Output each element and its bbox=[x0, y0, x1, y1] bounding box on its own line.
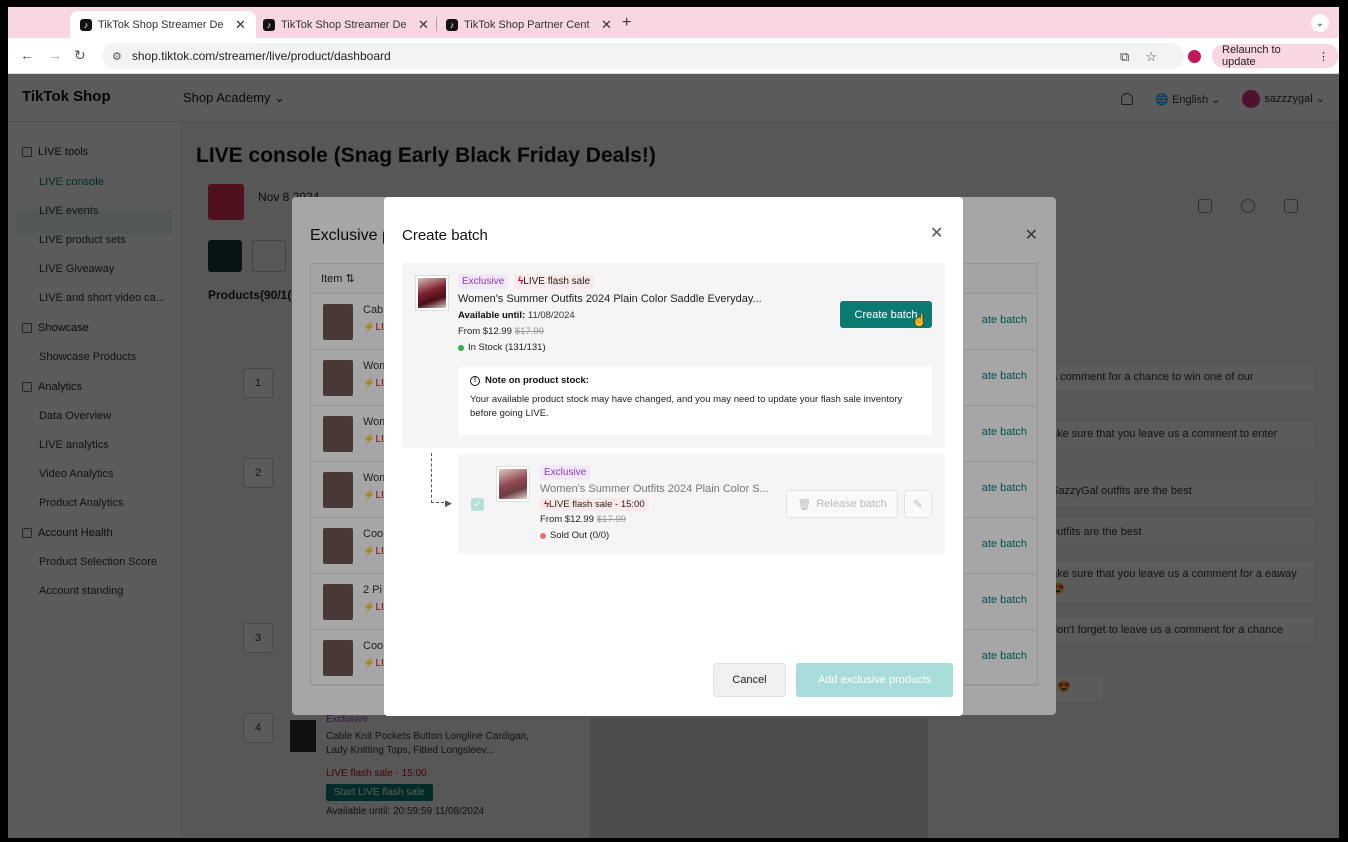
profile-avatar-icon[interactable] bbox=[1188, 50, 1201, 63]
tab-search-icon[interactable]: ⌄ bbox=[1311, 14, 1329, 32]
relaunch-label: Relaunch to update bbox=[1222, 44, 1281, 68]
in-stock-dot-icon bbox=[458, 344, 464, 351]
product-image bbox=[418, 278, 446, 308]
flash-sale-label: ϟLIVE flash sale - 15:00 bbox=[540, 498, 649, 511]
stock-label: Sold Out (0/0) bbox=[550, 530, 610, 541]
stock-status: Sold Out (0/0) bbox=[540, 530, 609, 541]
new-tab-icon[interactable]: + bbox=[622, 14, 631, 32]
browser-tab-3[interactable]: ♪ TikTok Shop Partner Center ✕ bbox=[436, 11, 622, 38]
info-icon: ! bbox=[470, 375, 480, 386]
sold-out-dot-icon bbox=[540, 532, 546, 539]
batch-product-card: ✓ Exclusive Women's Summer Outfits 2024 … bbox=[458, 454, 945, 554]
browser-window: ♪ TikTok Shop Streamer Deskto ✕ ♪ TikTok… bbox=[8, 7, 1339, 838]
omnibox-actions: ⧉ ☆ bbox=[1120, 49, 1157, 65]
browser-tab-1[interactable]: ♪ TikTok Shop Streamer Deskto ✕ bbox=[70, 11, 256, 38]
edit-icon: ✎ bbox=[913, 498, 923, 511]
install-app-icon[interactable]: ⧉ bbox=[1120, 49, 1129, 65]
price-value: From $12.99 bbox=[540, 514, 594, 525]
site-info-icon[interactable]: ⚙ bbox=[112, 50, 122, 63]
product-price: From $12.99 $17.99 bbox=[540, 514, 626, 525]
flash-sale-tag: ϟLIVE flash sale bbox=[514, 274, 595, 289]
available-until: Available until: 11/08/2024 bbox=[458, 310, 575, 321]
forward-icon[interactable]: → bbox=[48, 47, 62, 63]
tiktok-icon: ♪ bbox=[263, 18, 275, 31]
product-price: From $12.99 $17.99 bbox=[458, 326, 544, 337]
product-thumbnail bbox=[415, 275, 449, 311]
batch-checkbox[interactable]: ✓ bbox=[471, 498, 484, 511]
available-value: 11/08/2024 bbox=[527, 310, 575, 321]
original-price: $17.99 bbox=[514, 326, 544, 337]
browser-toolbar: ← → ↻ ⚙ shop.tiktok.com/streamer/live/pr… bbox=[8, 38, 1339, 74]
modal-title: Create batch bbox=[402, 227, 488, 244]
product-name: Women's Summer Outfits 2024 Plain Color … bbox=[540, 483, 769, 495]
release-batch-button[interactable]: 🗑 Release batch bbox=[786, 490, 898, 518]
original-price: $17.99 bbox=[596, 514, 626, 525]
cancel-button[interactable]: Cancel bbox=[713, 663, 786, 697]
product-name: Women's Summer Outfits 2024 Plain Color … bbox=[458, 293, 762, 305]
batch-connector-line bbox=[431, 453, 449, 503]
stock-status: In Stock (131/131) bbox=[458, 342, 546, 353]
available-label: Available until: bbox=[458, 310, 526, 321]
hand-cursor-icon: ☝ bbox=[912, 313, 927, 327]
tab-title: TikTok Shop Streamer Deskto bbox=[98, 18, 223, 31]
product-image bbox=[499, 469, 527, 499]
release-batch-label: Release batch bbox=[816, 498, 887, 510]
stock-note: ! Note on product stock: Your available p… bbox=[458, 367, 932, 435]
stock-label: In Stock (131/131) bbox=[468, 342, 546, 353]
original-product-card: Exclusive ϟLIVE flash sale Women's Summe… bbox=[402, 263, 945, 448]
arrow-right-icon: ▶ bbox=[445, 498, 452, 508]
reload-icon[interactable]: ↻ bbox=[74, 47, 86, 64]
tab-title: TikTok Shop Partner Center bbox=[464, 18, 589, 31]
note-body: Your available product stock may have ch… bbox=[470, 394, 903, 419]
close-tab-icon[interactable]: ✕ bbox=[418, 17, 429, 33]
tiktok-icon: ♪ bbox=[80, 18, 92, 31]
more-menu-icon[interactable]: ⋮ bbox=[1318, 50, 1329, 63]
add-exclusive-products-button[interactable]: Add exclusive products bbox=[796, 663, 953, 697]
close-tab-icon[interactable]: ✕ bbox=[601, 17, 612, 33]
price-value: From $12.99 bbox=[458, 326, 512, 337]
close-icon[interactable]: ✕ bbox=[930, 223, 943, 243]
exclusive-tag: Exclusive bbox=[458, 274, 509, 289]
tab-strip: ♪ TikTok Shop Streamer Deskto ✕ ♪ TikTok… bbox=[8, 7, 1339, 38]
flash-sale-tag-label: LIVE flash sale bbox=[523, 276, 591, 287]
create-batch-modal: Create batch ✕ Exclusive ϟLIVE flash sal… bbox=[384, 197, 963, 716]
tab-title: TikTok Shop Streamer Deskto bbox=[281, 18, 406, 31]
back-icon[interactable]: ← bbox=[20, 47, 34, 63]
note-title: ! Note on product stock: bbox=[470, 375, 920, 386]
flash-sale-time: LIVE flash sale - 15:00 bbox=[549, 499, 645, 510]
close-tab-icon[interactable]: ✕ bbox=[235, 17, 246, 33]
product-thumbnail bbox=[496, 466, 530, 502]
edit-batch-button[interactable]: ✎ bbox=[904, 490, 932, 518]
address-bar[interactable]: ⚙ shop.tiktok.com/streamer/live/product/… bbox=[102, 43, 1184, 69]
url-text: shop.tiktok.com/streamer/live/product/da… bbox=[131, 49, 391, 63]
browser-tab-2[interactable]: ♪ TikTok Shop Streamer Deskto ✕ bbox=[253, 11, 439, 38]
exclusive-tag: Exclusive bbox=[540, 465, 591, 480]
tiktok-icon: ♪ bbox=[446, 18, 458, 31]
bookmark-star-icon[interactable]: ☆ bbox=[1145, 49, 1157, 65]
note-title-label: Note on product stock: bbox=[485, 375, 589, 386]
trash-icon: 🗑 bbox=[797, 498, 812, 511]
relaunch-button[interactable]: Relaunch to update ⋮ bbox=[1212, 44, 1339, 68]
